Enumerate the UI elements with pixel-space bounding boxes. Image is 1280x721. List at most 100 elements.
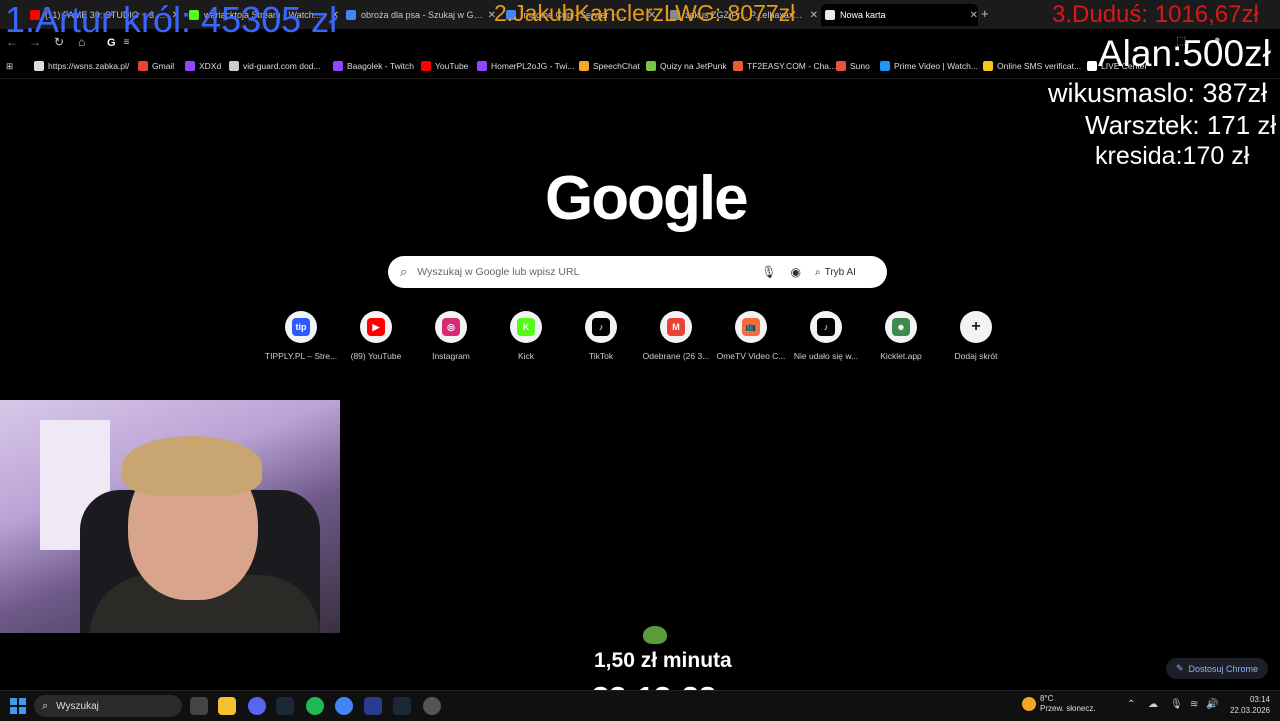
bookmark-icon [421,61,431,71]
customize-chrome-button[interactable]: ✎ Dostosuj Chrome [1166,658,1268,679]
bookmark-icon [646,61,656,71]
bookmark-icon [983,61,993,71]
donor-rank-2: 2.JakubKanclerzLWG: 8077zł [494,0,796,26]
webcam-hair [122,436,262,496]
weather-desc: Przew. słonecz. [1040,704,1096,713]
pencil-icon: ✎ [1175,663,1184,673]
network-tray-icon[interactable]: ☁ [1148,699,1158,710]
bookmark-item[interactable]: Gmail [138,61,174,71]
clock-time: 03:14 [1249,695,1270,704]
shortcut-tile[interactable]: + Dodaj skrót [938,311,1014,361]
bookmark-icon [333,61,343,71]
shortcut-icon: + [971,318,981,335]
shortcut-tile[interactable]: ♪ Nie udało się w... [788,311,864,361]
discord-icon[interactable] [248,697,266,715]
bookmark-item[interactable]: SpeechChat [579,61,640,71]
windows-start-icon[interactable] [10,698,26,714]
microphone-icon[interactable]: 🎙 [761,265,776,279]
bookmark-icon [138,61,148,71]
tab[interactable]: obroża dla psa - Szukaj w Goo... ✕ [342,4,496,26]
bookmark-item[interactable]: Quizy na JetPunk [646,61,727,71]
tab-favicon-icon [346,10,356,20]
donor-alan: Alan:500zł [1098,33,1271,74]
donor-rank-1: 1.Artur król: 45305 zł [5,0,338,40]
google-lens-icon[interactable]: ◉ [791,265,801,279]
bookmark-label: Prime Video | Watch... [894,61,978,71]
apps-grid-icon[interactable]: ⊞ [6,61,13,72]
search-box[interactable]: ⌕ 🎙 ◉ ⌕ Tryb AI [388,256,887,288]
shortcut-tile[interactable]: ☻ Kicklet.app [863,311,939,361]
system-clock[interactable]: 03:14 22.03.2026 [1226,694,1270,716]
bookmark-label: YouTube [435,61,469,71]
bookmark-item[interactable]: HomerPL2oJG - Twi... [477,61,574,71]
bookmark-icon [579,61,589,71]
bookmark-item[interactable]: Suno [836,61,870,71]
ai-mode-button[interactable]: ⌕ Tryb AI [815,267,856,278]
steam-icon[interactable] [276,697,294,715]
bookmark-label: Online SMS verificat... [997,61,1082,71]
shortcut-icon-circle: tip [285,311,317,343]
bookmark-item[interactable]: Online SMS verificat... [983,61,1081,71]
tab-label: Nowa karta [840,10,886,20]
bookmark-icon [836,61,846,71]
donor-wikusmaslo: wikusmaslo: 387zł [1048,78,1268,108]
new-tab-button[interactable]: + [981,6,989,21]
tab-favicon-icon [825,10,835,20]
bookmark-item[interactable]: XDXd [185,61,221,71]
shortcut-label: Odebrane (26 3... [642,351,710,361]
ai-mode-label: Tryb AI [824,266,856,278]
microphone-tray-icon[interactable]: 🎙 [1170,699,1183,710]
shortcut-label: Kicklet.app [880,351,922,361]
chevron-up-icon[interactable]: ⌃ [1127,699,1135,710]
shortcut-label: Dodaj skrót [954,351,998,361]
shortcut-tile[interactable]: K Kick [488,311,564,361]
tab[interactable]: Nowa karta ✕ [821,4,978,26]
bookmark-label: vid-guard.com dod... [243,61,321,71]
shortcut-tile[interactable]: ▶ (89) YouTube [338,311,414,361]
weather-sun-icon [1022,697,1036,711]
shortcut-icon-circle: M [660,311,692,343]
customize-chrome-label: Dostosuj Chrome [1188,663,1259,674]
bookmark-label: TF2EASY.COM - Cha... [747,61,837,71]
bookmark-label: Gmail [152,61,175,71]
bookmark-item[interactable]: YouTube [421,61,468,71]
google-logo: Google [545,164,749,233]
taskbar-search-label: Wyszukaj [56,700,99,712]
shortcut-icon: ◎ [442,318,460,336]
settings-icon[interactable] [423,697,441,715]
wifi-icon[interactable]: ≋ [1190,699,1198,710]
shortcut-label: Instagram [432,351,470,361]
steam-window-icon[interactable] [393,697,411,715]
shortcut-tile[interactable]: ♪ TikTok [563,311,639,361]
shortcut-icon: 📺 [742,318,760,336]
shortcut-tile[interactable]: 📺 OmeTV Video C... [713,311,789,361]
shortcut-icon-circle: ♪ [585,311,617,343]
subathon-rate: 1,50 zł minuta [594,649,732,672]
shortcut-tile[interactable]: ◎ Instagram [413,311,489,361]
chrome-icon[interactable] [335,697,353,715]
donor-rank-3: 3.Duduś: 1016,67zł [1052,1,1259,28]
bookmark-item[interactable]: TF2EASY.COM - Cha... [733,61,836,71]
bookmark-item[interactable]: https://wsns.zabka.pl/ [34,61,129,71]
bookmark-icon [229,61,239,71]
weather-widget[interactable]: 8°C Przew. słonecz. [1022,694,1096,714]
spotify-icon[interactable] [306,697,324,715]
shortcut-icon-circle: ◎ [435,311,467,343]
task-view-icon[interactable] [190,697,208,715]
shortcut-tile[interactable]: M Odebrane (26 3... [638,311,714,361]
bookmark-item[interactable]: Prime Video | Watch... [880,61,978,71]
file-explorer-icon[interactable] [218,697,236,715]
volume-icon[interactable]: 🔊 [1206,699,1218,710]
shortcut-icon-circle: K [510,311,542,343]
shortcut-label: TikTok [588,351,614,361]
tab-close-icon[interactable]: ✕ [970,10,978,21]
tab-label: obroża dla psa - Szukaj w Goo... [361,10,484,20]
shortcut-tile[interactable]: tip TIPPLY.PL – Stre... [263,311,339,361]
bookmark-item[interactable]: Baagolek - Twitch [333,61,414,71]
taskbar-search[interactable]: ⌕ Wyszukaj [34,695,182,717]
tab-close-icon[interactable]: ✕ [810,10,818,21]
bookmark-item[interactable]: vid-guard.com dod... [229,61,320,71]
search-input[interactable] [415,265,750,279]
shortcut-icon: ▶ [367,318,385,336]
app-icon[interactable] [364,697,382,715]
